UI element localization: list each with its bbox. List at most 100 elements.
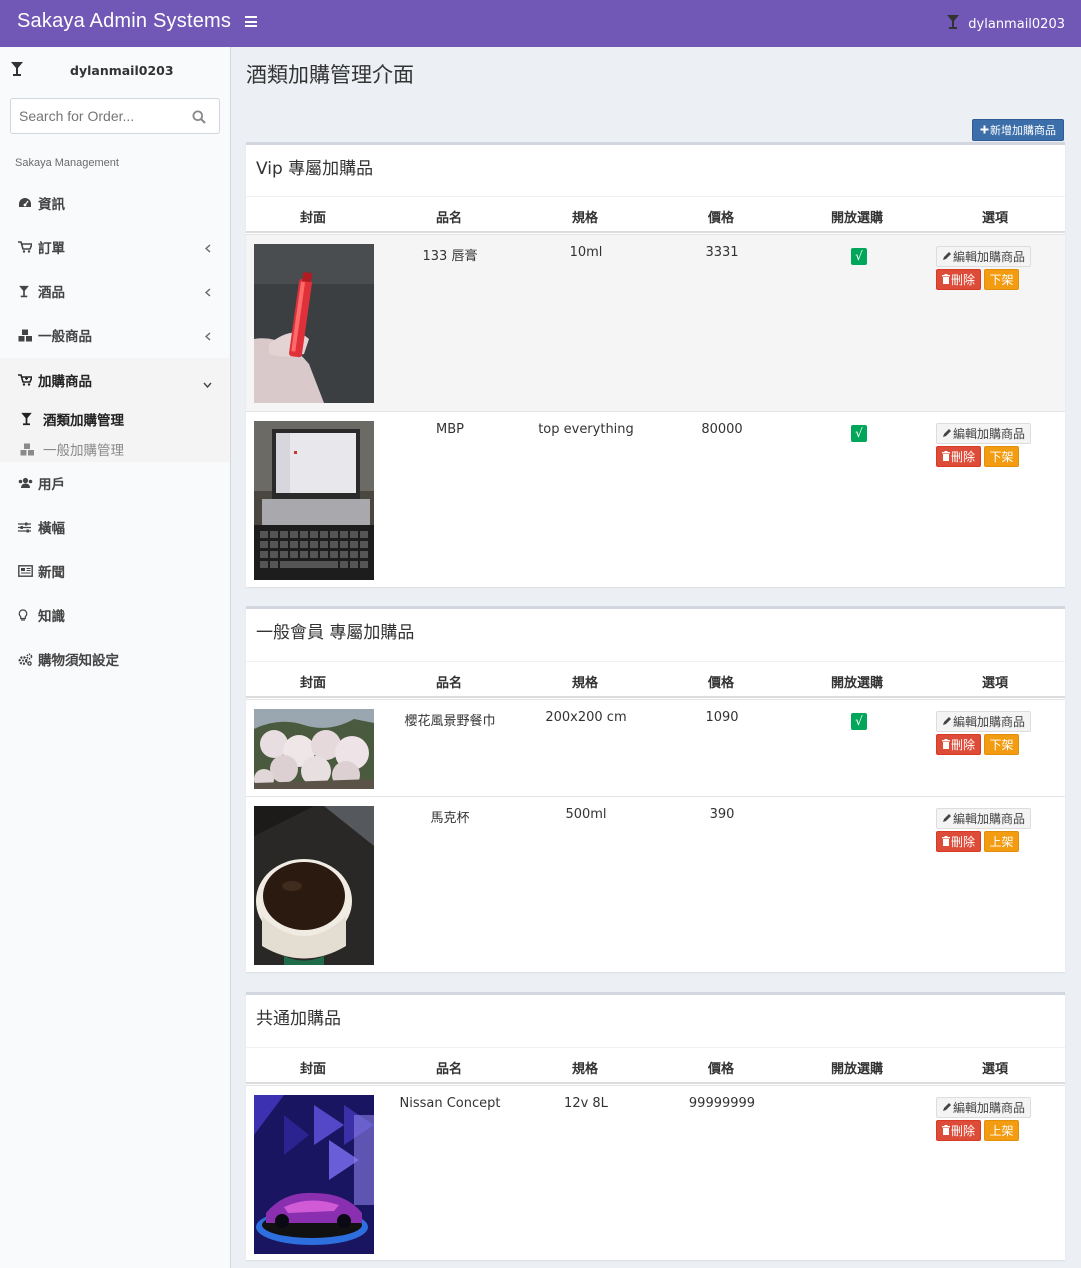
cocktail-glass-icon xyxy=(18,285,34,298)
edit-button-label: 編輯加購商品 xyxy=(953,812,1026,826)
delete-button[interactable]: 刪除 xyxy=(936,1120,981,1141)
unlist-button[interactable]: 下架 xyxy=(984,269,1019,290)
cogs-icon xyxy=(18,652,34,666)
section-vip-addons: Vip 專屬加購品 封面 品名 規格 價格 開放選購 選項 133 唇膏 10m… xyxy=(246,142,1065,587)
delete-button-label: 刪除 xyxy=(950,835,975,849)
section-title: 一般會員 專屬加購品 xyxy=(256,623,415,643)
pencil-icon xyxy=(942,250,952,264)
edit-addon-button[interactable]: 編輯加購商品 xyxy=(936,246,1032,267)
edit-addon-button[interactable]: 編輯加購商品 xyxy=(936,711,1032,732)
delete-button[interactable]: 刪除 xyxy=(936,446,981,467)
pencil-icon xyxy=(942,1101,952,1115)
submenu-item-liquor-addon[interactable]: 酒類加購管理 xyxy=(20,409,124,429)
sliders-icon xyxy=(18,522,34,533)
product-spec: 12v 8L xyxy=(564,1096,608,1111)
list-button[interactable]: 上架 xyxy=(984,831,1019,852)
column-header-cover: 封面 xyxy=(300,676,327,691)
product-name: 133 唇膏 xyxy=(422,249,478,264)
edit-button-label: 編輯加購商品 xyxy=(953,1101,1026,1115)
top-navbar: Sakaya Admin Systems dylanmail0203 xyxy=(0,0,1081,47)
product-name: MBP xyxy=(436,422,464,437)
edit-addon-button[interactable]: 編輯加購商品 xyxy=(936,423,1032,444)
trash-icon xyxy=(941,738,950,752)
sidebar-item-users[interactable]: 用戶 xyxy=(0,461,230,505)
sidebar: dylanmail0203 Sakaya Management 資訊 訂單 酒品 xyxy=(0,47,231,1268)
sidebar-item-knowledge[interactable]: 知識 xyxy=(0,593,230,637)
product-price: 3331 xyxy=(705,245,739,260)
column-header-open-purchase: 開放選購 xyxy=(831,676,884,691)
sidebar-item-liquor[interactable]: 酒品 xyxy=(0,269,230,313)
user-name: dylanmail0203 xyxy=(968,16,1065,32)
column-header-price: 價格 xyxy=(708,211,735,226)
product-image-coffee-mug xyxy=(254,806,374,965)
delete-button[interactable]: 刪除 xyxy=(936,734,981,755)
cubes-icon xyxy=(18,329,34,342)
edit-addon-button[interactable]: 編輯加購商品 xyxy=(936,1097,1032,1118)
sidebar-toggle-icon[interactable] xyxy=(245,16,257,27)
list-button[interactable]: 上架 xyxy=(984,1120,1019,1141)
product-price: 1090 xyxy=(705,710,739,725)
product-image-lipstick xyxy=(254,244,374,403)
chevron-left-icon xyxy=(204,241,211,257)
edit-button-label: 編輯加購商品 xyxy=(953,427,1026,441)
unlist-button[interactable]: 下架 xyxy=(984,446,1019,467)
product-spec: top everything xyxy=(538,422,634,437)
edit-addon-button[interactable]: 編輯加購商品 xyxy=(936,808,1032,829)
product-name: 櫻花風景野餐巾 xyxy=(404,714,496,729)
table-row: Nissan Concept 12v 8L 99999999 編輯加購商品 刪除… xyxy=(246,1085,1065,1261)
search-icon[interactable] xyxy=(192,110,206,128)
add-addon-product-button[interactable]: 新增加購商品 xyxy=(972,119,1064,141)
sidebar-username: dylanmail0203 xyxy=(70,63,174,78)
cubes-icon xyxy=(20,443,36,456)
sidebar-item-shopping-settings[interactable]: 購物須知設定 xyxy=(0,637,230,681)
pencil-icon xyxy=(942,427,952,441)
brand-logo[interactable]: Sakaya Admin Systems xyxy=(17,10,231,33)
sidebar-item-banners[interactable]: 橫幅 xyxy=(0,505,230,549)
table-header: 封面 品名 規格 價格 開放選購 選項 xyxy=(246,196,1065,233)
column-header-options: 選項 xyxy=(982,1062,1009,1077)
page-title: 酒類加購管理介面 xyxy=(246,63,414,87)
sidebar-item-label: 用戶 xyxy=(38,477,65,493)
sidebar-item-label: 酒品 xyxy=(38,285,65,301)
user-menu[interactable]: dylanmail0203 xyxy=(946,14,1065,34)
add-button-label: 新增加購商品 xyxy=(990,124,1056,137)
cocktail-glass-icon xyxy=(20,412,36,426)
unlist-button[interactable]: 下架 xyxy=(984,734,1019,755)
delete-button[interactable]: 刪除 xyxy=(936,831,981,852)
sidebar-item-label: 購物須知設定 xyxy=(38,653,119,669)
product-spec: 10ml xyxy=(569,245,603,260)
dashboard-icon xyxy=(18,197,34,209)
delete-button-label: 刪除 xyxy=(950,273,975,287)
section-title: 共通加購品 xyxy=(256,1009,341,1029)
product-price: 99999999 xyxy=(688,1096,756,1111)
table-header: 封面 品名 規格 價格 開放選購 選項 xyxy=(246,661,1065,698)
trash-icon xyxy=(941,835,950,849)
cart-plus-icon xyxy=(18,374,34,386)
trash-icon xyxy=(941,1124,950,1138)
product-name: 馬克杯 xyxy=(430,811,470,826)
open-purchase-check-icon: √ xyxy=(851,713,867,730)
column-header-name: 品名 xyxy=(436,676,463,691)
cocktail-glass-icon xyxy=(946,14,960,34)
submenu-item-general-addon[interactable]: 一般加購管理 xyxy=(20,439,124,459)
chevron-down-icon xyxy=(203,376,212,392)
column-header-spec: 規格 xyxy=(572,1062,599,1077)
sidebar-item-general-products[interactable]: 一般商品 xyxy=(0,313,230,357)
open-purchase-check-icon: √ xyxy=(851,425,867,442)
sidebar-item-dashboard[interactable]: 資訊 xyxy=(0,181,230,225)
sidebar-item-addon-products[interactable]: 加購商品 xyxy=(0,358,230,402)
sidebar-item-label: 一般商品 xyxy=(38,329,92,345)
delete-button[interactable]: 刪除 xyxy=(936,269,981,290)
submenu-item-label: 酒類加購管理 xyxy=(43,413,124,429)
cart-icon xyxy=(18,241,34,253)
delete-button-label: 刪除 xyxy=(950,450,975,464)
sidebar-item-news[interactable]: 新聞 xyxy=(0,549,230,593)
column-header-spec: 規格 xyxy=(572,676,599,691)
sidebar-item-orders[interactable]: 訂單 xyxy=(0,225,230,269)
search-input[interactable] xyxy=(11,99,181,133)
product-image-laptop xyxy=(254,421,374,580)
chevron-left-icon xyxy=(204,329,211,345)
chevron-left-icon xyxy=(204,285,211,301)
trash-icon xyxy=(941,450,950,464)
table-header: 封面 品名 規格 價格 開放選購 選項 xyxy=(246,1047,1065,1084)
